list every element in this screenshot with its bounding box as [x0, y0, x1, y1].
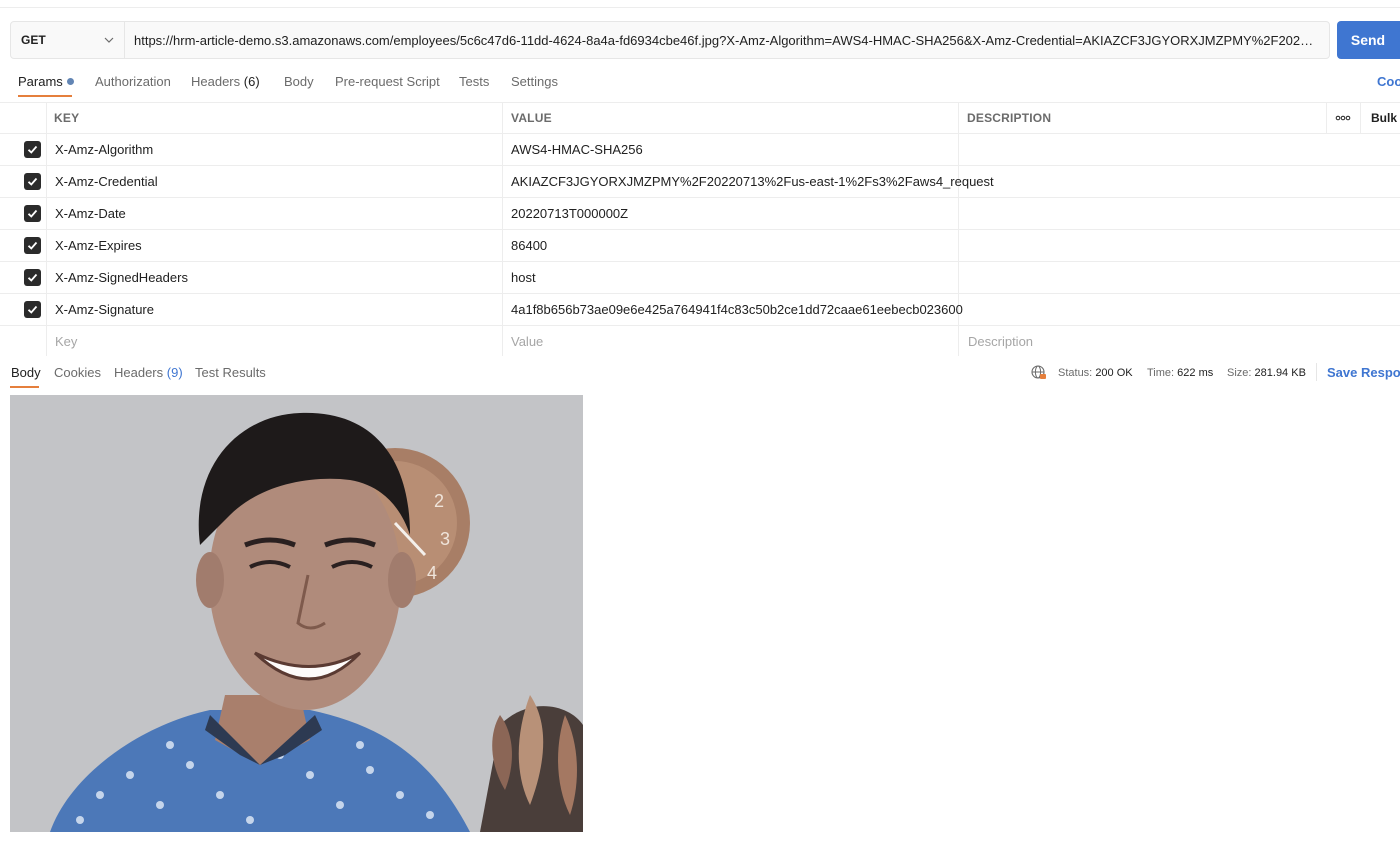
response-tab-headers-count: (9)	[166, 365, 183, 380]
tab-headers-label: Headers	[191, 74, 241, 89]
status-value: 200 OK	[1095, 367, 1133, 379]
param-key[interactable]: X-Amz-Algorithm	[55, 142, 153, 157]
checkmark-icon	[27, 177, 38, 186]
response-tab-test-results[interactable]: Test Results	[195, 365, 266, 380]
tab-body[interactable]: Body	[284, 74, 314, 89]
tab-headers-count: (6)	[243, 74, 260, 89]
checkmark-icon	[27, 241, 38, 250]
table-row: X-Amz-Expires 86400	[0, 230, 1400, 261]
table-border	[0, 102, 1400, 103]
table-row: X-Amz-SignedHeaders host	[0, 262, 1400, 293]
column-header-description: DESCRIPTION	[967, 111, 1052, 125]
param-key[interactable]: X-Amz-Credential	[55, 174, 158, 189]
param-value[interactable]: 86400	[511, 238, 547, 253]
tab-headers[interactable]: Headers (6)	[191, 74, 260, 89]
new-description-input[interactable]: Description	[968, 334, 1033, 349]
param-key[interactable]: X-Amz-Expires	[55, 238, 142, 253]
checkmark-icon	[27, 273, 38, 282]
params-table: KEY VALUE DESCRIPTION Bulk Edit X-Amz-Al…	[0, 102, 1400, 356]
request-url-bar: GET https://hrm-article-demo.s3.amazonaw…	[10, 21, 1330, 59]
row-checkbox[interactable]	[24, 269, 41, 286]
svg-text:4: 4	[427, 563, 437, 583]
request-tabs: Params Authorization Headers (6) Body Pr…	[0, 68, 1400, 98]
method-label: GET	[21, 33, 46, 47]
response-bar: Body Cookies Headers (9) Test Results St…	[0, 358, 1400, 388]
time-label: Time:	[1147, 367, 1175, 379]
globe-icon[interactable]	[1030, 364, 1047, 381]
response-image: 2 3 4 5	[10, 395, 583, 832]
active-tab-underline	[18, 95, 72, 97]
row-checkbox[interactable]	[24, 173, 41, 190]
tab-authorization[interactable]: Authorization	[95, 74, 171, 89]
time-readout: Time: 622 ms	[1147, 367, 1213, 379]
save-response-button[interactable]: Save Response	[1327, 365, 1400, 380]
tab-params-label: Params	[18, 74, 63, 89]
param-value[interactable]: AWS4-HMAC-SHA256	[511, 142, 643, 157]
param-value[interactable]: host	[511, 270, 536, 285]
param-value[interactable]: AKIAZCF3JGYORXJMZPMY%2F20220713%2Fus-eas…	[511, 174, 994, 189]
active-response-tab-underline	[10, 386, 39, 388]
status-readout: Status: 200 OK	[1058, 367, 1133, 379]
status-label: Status:	[1058, 367, 1093, 379]
param-key[interactable]: X-Amz-SignedHeaders	[55, 270, 188, 285]
table-row-new: Key Value Description	[0, 326, 1400, 357]
row-checkbox[interactable]	[24, 237, 41, 254]
response-tab-headers[interactable]: Headers (9)	[114, 365, 183, 380]
table-row: X-Amz-Date 20220713T000000Z	[0, 198, 1400, 229]
cookies-link[interactable]: Cookies	[1377, 74, 1400, 89]
column-header-value: VALUE	[511, 111, 552, 125]
new-value-input[interactable]: Value	[511, 334, 543, 349]
svg-text:2: 2	[434, 491, 444, 511]
send-button[interactable]: Send	[1337, 21, 1400, 59]
param-value[interactable]: 4a1f8b656b73ae09e6e425a764941f4c83c50b2c…	[511, 302, 963, 317]
size-label: Size:	[1227, 367, 1252, 379]
row-checkbox[interactable]	[24, 205, 41, 222]
params-indicator-dot	[66, 78, 74, 85]
checkmark-icon	[27, 305, 38, 314]
table-row: X-Amz-Algorithm AWS4-HMAC-SHA256	[0, 134, 1400, 165]
chevron-down-icon	[104, 37, 114, 43]
size-readout: Size: 281.94 KB	[1227, 367, 1306, 379]
tab-prerequest-script[interactable]: Pre-request Script	[335, 74, 440, 89]
table-row: X-Amz-Signature 4a1f8b656b73ae09e6e425a7…	[0, 294, 1400, 325]
table-row: X-Amz-Credential AKIAZCF3JGYORXJMZPMY%2F…	[0, 166, 1400, 197]
method-select[interactable]: GET	[11, 22, 125, 58]
column-divider	[1326, 102, 1327, 133]
tab-tests[interactable]: Tests	[459, 74, 489, 89]
bulk-edit-link[interactable]: Bulk Edit	[1371, 111, 1400, 125]
param-key[interactable]: X-Amz-Signature	[55, 302, 154, 317]
portrait-photo: 2 3 4 5	[10, 395, 583, 832]
svg-text:3: 3	[440, 529, 450, 549]
checkmark-icon	[27, 209, 38, 218]
new-key-input[interactable]: Key	[55, 334, 77, 349]
response-tab-headers-label: Headers	[114, 365, 164, 380]
param-key[interactable]: X-Amz-Date	[55, 206, 126, 221]
response-tab-cookies[interactable]: Cookies	[54, 365, 101, 380]
param-value[interactable]: 20220713T000000Z	[511, 206, 628, 221]
response-tab-body[interactable]: Body	[11, 365, 41, 380]
divider	[1316, 363, 1317, 381]
url-input[interactable]: https://hrm-article-demo.s3.amazonaws.co…	[125, 33, 1329, 48]
top-strip	[0, 0, 1400, 8]
checkmark-icon	[27, 145, 38, 154]
tab-settings[interactable]: Settings	[511, 74, 558, 89]
tab-params[interactable]: Params	[18, 74, 74, 89]
time-value: 622 ms	[1177, 367, 1214, 379]
row-checkbox[interactable]	[24, 301, 41, 318]
row-checkbox[interactable]	[24, 141, 41, 158]
size-value: 281.94 KB	[1254, 367, 1306, 379]
column-header-key: KEY	[54, 111, 80, 125]
column-divider	[1360, 102, 1361, 133]
more-horizontal-icon[interactable]	[1333, 112, 1353, 124]
